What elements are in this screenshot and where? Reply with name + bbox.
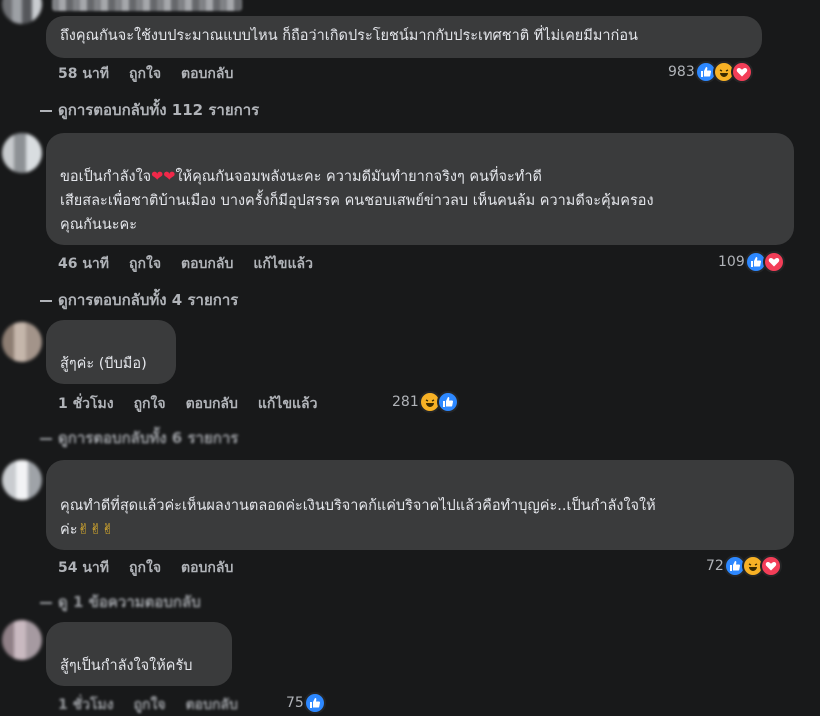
reply-arrow-icon <box>40 109 52 112</box>
reply-arrow-icon <box>40 299 52 302</box>
reply-button[interactable]: ตอบกลับ <box>186 697 238 713</box>
reaction-summary[interactable]: 75 <box>286 692 326 714</box>
view-replies-link[interactable]: ดูการตอบกลับทั้ง 4 รายการ <box>40 288 238 312</box>
reply-button[interactable]: ตอบกลับ <box>181 256 233 272</box>
reaction-count: 281 <box>392 394 419 410</box>
view-replies-link[interactable]: ดู 1 ข้อความตอบกลับ <box>40 590 201 614</box>
avatar[interactable] <box>2 460 42 500</box>
like-icon <box>303 692 326 714</box>
comment-bubble: สู้ๆเป็นกำลังใจให้ครับ <box>46 622 232 686</box>
commenter-name[interactable] <box>52 0 242 11</box>
reply-button[interactable]: ตอบกลับ <box>186 396 238 412</box>
reaction-count: 72 <box>706 558 724 574</box>
view-replies-link[interactable]: ดูการตอบกลับทั้ง 112 รายการ <box>40 98 259 122</box>
comment-bubble: ขอเป็นกำลังใจ❤❤ให้คุณกันจอมพลังนะคะ ความ… <box>46 133 794 245</box>
like-button[interactable]: ถูกใจ <box>134 396 166 412</box>
comment-bubble: คุณทำดีที่สุดแล้วค่ะเห็นผลงานตลอดค่ะเงิน… <box>46 460 794 550</box>
reply-arrow-icon <box>40 601 52 604</box>
reply-button[interactable]: ตอบกลับ <box>181 66 233 82</box>
like-button[interactable]: ถูกใจ <box>129 66 161 82</box>
reaction-summary[interactable]: 983 <box>668 61 753 83</box>
comment-actions: 58 นาที ถูกใจ ตอบกลับ <box>58 63 253 85</box>
heart-emoji-icon: ❤❤ <box>151 169 176 185</box>
reply-button[interactable]: ตอบกลับ <box>181 560 233 576</box>
like-button[interactable]: ถูกใจ <box>134 697 166 713</box>
edited-label[interactable]: แก้ไขแล้ว <box>258 396 318 412</box>
edited-label[interactable]: แก้ไขแล้ว <box>253 256 313 272</box>
like-button[interactable]: ถูกใจ <box>129 256 161 272</box>
reaction-count: 109 <box>718 254 745 270</box>
reaction-summary[interactable]: 72 <box>706 555 782 577</box>
comment-actions: 46 นาที ถูกใจ ตอบกลับ แก้ไขแล้ว <box>58 253 333 275</box>
love-icon <box>762 251 785 273</box>
comment-bubble: ถึงคุณกันจะใช้งบประมาณแบบไหน ก็ถือว่าเกิ… <box>46 16 762 58</box>
avatar[interactable] <box>2 133 42 173</box>
comment-time[interactable]: 54 นาที <box>58 560 109 576</box>
comment-bubble: สู้ๆค่ะ (บีบมือ) <box>46 320 176 384</box>
comment-text: สู้ๆเป็นกำลังใจให้ครับ <box>60 658 193 674</box>
comment-actions: 54 นาที ถูกใจ ตอบกลับ <box>58 557 253 579</box>
comment-actions: 1 ชั่วโมง ถูกใจ ตอบกลับ <box>58 694 258 716</box>
love-icon <box>730 61 753 83</box>
reply-arrow-icon <box>40 437 52 440</box>
comment-time[interactable]: 46 นาที <box>58 256 109 272</box>
comment-text: ขอเป็นกำลังใจ❤❤ให้คุณกันจอมพลังนะคะ ความ… <box>60 169 654 233</box>
comment-text: ถึงคุณกันจะใช้งบประมาณแบบไหน ก็ถือว่าเกิ… <box>60 28 638 44</box>
comment-text: คุณทำดีที่สุดแล้วค่ะเห็นผลงานตลอดค่ะเงิน… <box>60 498 656 538</box>
comment-actions: 1 ชั่วโมง ถูกใจ ตอบกลับ แก้ไขแล้ว <box>58 393 337 415</box>
comment-text: สู้ๆค่ะ (บีบมือ) <box>60 356 147 372</box>
avatar[interactable] <box>2 0 42 24</box>
reaction-count: 75 <box>286 695 304 711</box>
reaction-summary[interactable]: 109 <box>718 251 785 273</box>
reaction-count: 983 <box>668 64 695 80</box>
comment-time[interactable]: 1 ชั่วโมง <box>58 697 114 713</box>
like-icon <box>436 391 459 413</box>
comment-time[interactable]: 1 ชั่วโมง <box>58 396 114 412</box>
avatar[interactable] <box>2 322 42 362</box>
like-button[interactable]: ถูกใจ <box>129 560 161 576</box>
reaction-summary[interactable]: 281 <box>392 391 459 413</box>
view-replies-link[interactable]: ดูการตอบกลับทั้ง 6 รายการ <box>40 426 238 450</box>
avatar[interactable] <box>2 620 42 660</box>
comment-time[interactable]: 58 นาที <box>58 66 109 82</box>
victory-hand-emoji-icon: ✌✌✌ <box>77 522 114 538</box>
love-icon <box>759 555 782 577</box>
